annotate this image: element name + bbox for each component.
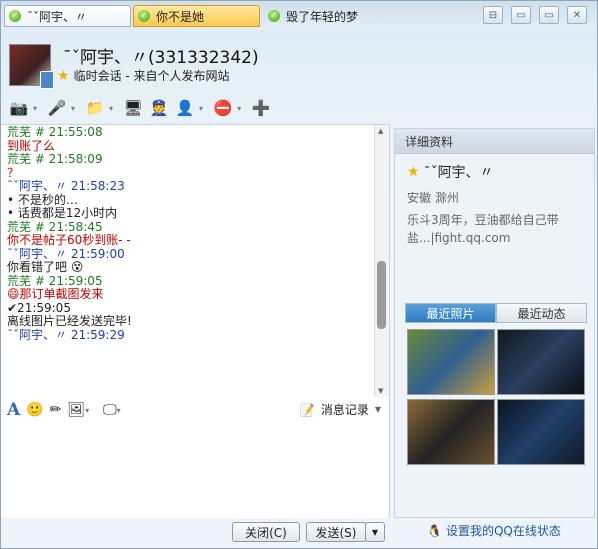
profile-location: 安徽 滁州 xyxy=(407,191,459,205)
online-status-icon: ✓ xyxy=(9,10,21,22)
profile-name: ★ ¯ˇ阿宇、〃 xyxy=(407,164,494,181)
font-icon[interactable]: A xyxy=(7,400,20,420)
star-icon: ★ xyxy=(57,67,70,84)
close-button[interactable]: 关闭(C) xyxy=(232,522,300,542)
message-line: 荒芜 # 21:59:05 xyxy=(7,273,103,288)
tab-label: ¯ˇ阿宇、〃 xyxy=(27,9,88,24)
message-line: • 话费都是12小时内 xyxy=(7,206,118,220)
message-line: ✔21:59:05 xyxy=(7,300,71,315)
chevron-down-icon: ▼ xyxy=(371,527,379,537)
chat-window: ✓ ¯ˇ阿宇、〃 ✓ 你不是她 ✓ 毁了年轻的梦 ⊟ ▭ ▭ ✕ ¯ˇ阿宇、〃(… xyxy=(0,0,598,549)
contact-avatar[interactable] xyxy=(9,44,54,89)
message-line: • 不是秒的… xyxy=(7,192,78,207)
close-window-button[interactable]: ✕ xyxy=(567,6,587,24)
scroll-thumb[interactable] xyxy=(377,261,386,329)
profile-panel: 详细资料 ★ ¯ˇ阿宇、〃 安徽 滁州 乐斗3周年，豆油都给自己带盐...|fi… xyxy=(394,128,595,538)
message-line: 离线图片已经发送完毕! xyxy=(7,314,132,328)
chat-toolbar: 📷 ▾ 🎤 ▾ 📁 ▾ 🖥 👮 👤 ▾ ⛔ ▾ ➕ xyxy=(7,95,275,121)
send-options-button[interactable]: ▼ xyxy=(365,522,385,542)
screenshot-icon[interactable]: 🖵 xyxy=(103,400,117,420)
message-line: 荒芜 # 21:58:45 xyxy=(7,219,103,234)
history-icon: 📝 xyxy=(299,402,315,417)
panel-title: 详细资料 xyxy=(395,129,594,154)
file-transfer-icon[interactable]: 📁 xyxy=(83,97,107,119)
add-contact-icon[interactable]: 👤 xyxy=(173,97,197,119)
bottom-bar: 关闭(C) 发送(S) ▼ xyxy=(1,518,391,548)
message-line: 到账了么 xyxy=(7,138,56,153)
tab-recent-news[interactable]: 最近动态 xyxy=(496,303,587,323)
mobile-icon xyxy=(40,71,54,89)
maximize-button[interactable]: ▭ xyxy=(539,6,559,24)
chevron-down-icon: ▼ xyxy=(374,405,381,414)
skin-button[interactable]: ⊟ xyxy=(483,6,503,24)
photo-thumbnail[interactable] xyxy=(497,399,585,465)
qq-penguin-icon: 🐧 xyxy=(427,523,442,538)
tab-conversation-2[interactable]: ✓ 你不是她 xyxy=(133,5,260,27)
session-info-text: 临时会话 - 来自个人发布网站 xyxy=(73,69,230,83)
scroll-down-icon[interactable]: ▼ xyxy=(378,387,383,395)
minimize-button[interactable]: ▭ xyxy=(511,6,531,24)
message-scrollbar[interactable]: ▲ ▼ xyxy=(374,125,389,397)
tab-recent-photos[interactable]: 最近照片 xyxy=(405,303,496,323)
message-line: ¯ˇ阿宇、〃 21:59:29 xyxy=(7,327,125,342)
emoji-icon[interactable]: 🙂 xyxy=(26,400,43,420)
editor-toolbar: A 🙂 ✏ 🖼 ▾ 🖵 ▾ 📝 消息记录 ▼ xyxy=(1,397,390,423)
online-status-icon: ✓ xyxy=(138,10,150,22)
message-line: ？ xyxy=(7,165,20,180)
police-icon[interactable]: 👮 xyxy=(147,97,171,119)
profile-signature[interactable]: 乐斗3周年，豆油都给自己带盐...|fight.qq.com xyxy=(407,211,577,247)
voice-call-icon[interactable]: 🎤 xyxy=(45,97,69,119)
message-line: ¯ˇ阿宇、〃 21:58:23 xyxy=(7,179,125,193)
message-input[interactable] xyxy=(1,423,390,518)
send-image-icon[interactable]: 🖼 xyxy=(67,400,85,420)
contact-nickname: ¯ˇ阿宇、〃(331332342) xyxy=(63,48,259,68)
message-line: ¯ˇ阿宇、〃 21:59:00 xyxy=(7,246,125,261)
photo-thumbnail[interactable] xyxy=(497,329,585,395)
message-list: 荒芜 # 21:55:08 到账了么 荒芜 # 21:58:09 ？ ¯ˇ阿宇、〃… xyxy=(7,125,367,342)
online-status-icon: ✓ xyxy=(268,10,280,22)
tab-label: 毁了年轻的梦 xyxy=(286,9,359,24)
message-area[interactable]: 荒芜 # 21:55:08 到账了么 荒芜 # 21:58:09 ？ ¯ˇ阿宇、〃… xyxy=(1,124,390,397)
tab-conversation-1[interactable]: ✓ ¯ˇ阿宇、〃 xyxy=(4,5,131,27)
scroll-up-icon[interactable]: ▲ xyxy=(378,127,383,135)
send-button[interactable]: 发送(S) xyxy=(306,522,366,542)
message-line: 荒芜 # 21:55:08 xyxy=(7,125,103,139)
message-line: 你不是帖子60秒到账- - xyxy=(7,233,131,247)
tab-bar: ✓ ¯ˇ阿宇、〃 ✓ 你不是她 ✓ 毁了年轻的梦 ⊟ ▭ ▭ ✕ xyxy=(1,1,597,31)
tab-label: 你不是她 xyxy=(156,9,205,24)
qq-status-link[interactable]: 🐧 设置我的QQ在线状态 xyxy=(427,522,561,539)
video-call-icon[interactable]: 📷 xyxy=(7,97,31,119)
profile-tabs: 最近照片 最近动态 xyxy=(405,303,587,323)
photo-thumbnail[interactable] xyxy=(407,329,495,395)
photo-thumbnail[interactable] xyxy=(407,399,495,465)
message-line: 你看错了吧 😵 xyxy=(7,260,84,274)
tab-conversation-3[interactable]: ✓ 毁了年轻的梦 xyxy=(264,5,391,27)
message-history-button[interactable]: 📝 消息记录 ▼ xyxy=(300,401,381,418)
block-contact-icon[interactable]: ⛔ xyxy=(211,97,235,119)
magic-expression-icon[interactable]: ✏ xyxy=(50,400,62,420)
star-icon: ★ xyxy=(407,164,420,180)
message-line: 😄那订单截图发来 xyxy=(7,287,104,301)
invite-contact-icon[interactable]: ➕ xyxy=(249,97,273,119)
session-info: ★ 临时会话 - 来自个人发布网站 xyxy=(57,67,230,84)
remote-assist-icon[interactable]: 🖥 xyxy=(121,97,145,119)
message-line: 荒芜 # 21:58:09 xyxy=(7,152,103,166)
